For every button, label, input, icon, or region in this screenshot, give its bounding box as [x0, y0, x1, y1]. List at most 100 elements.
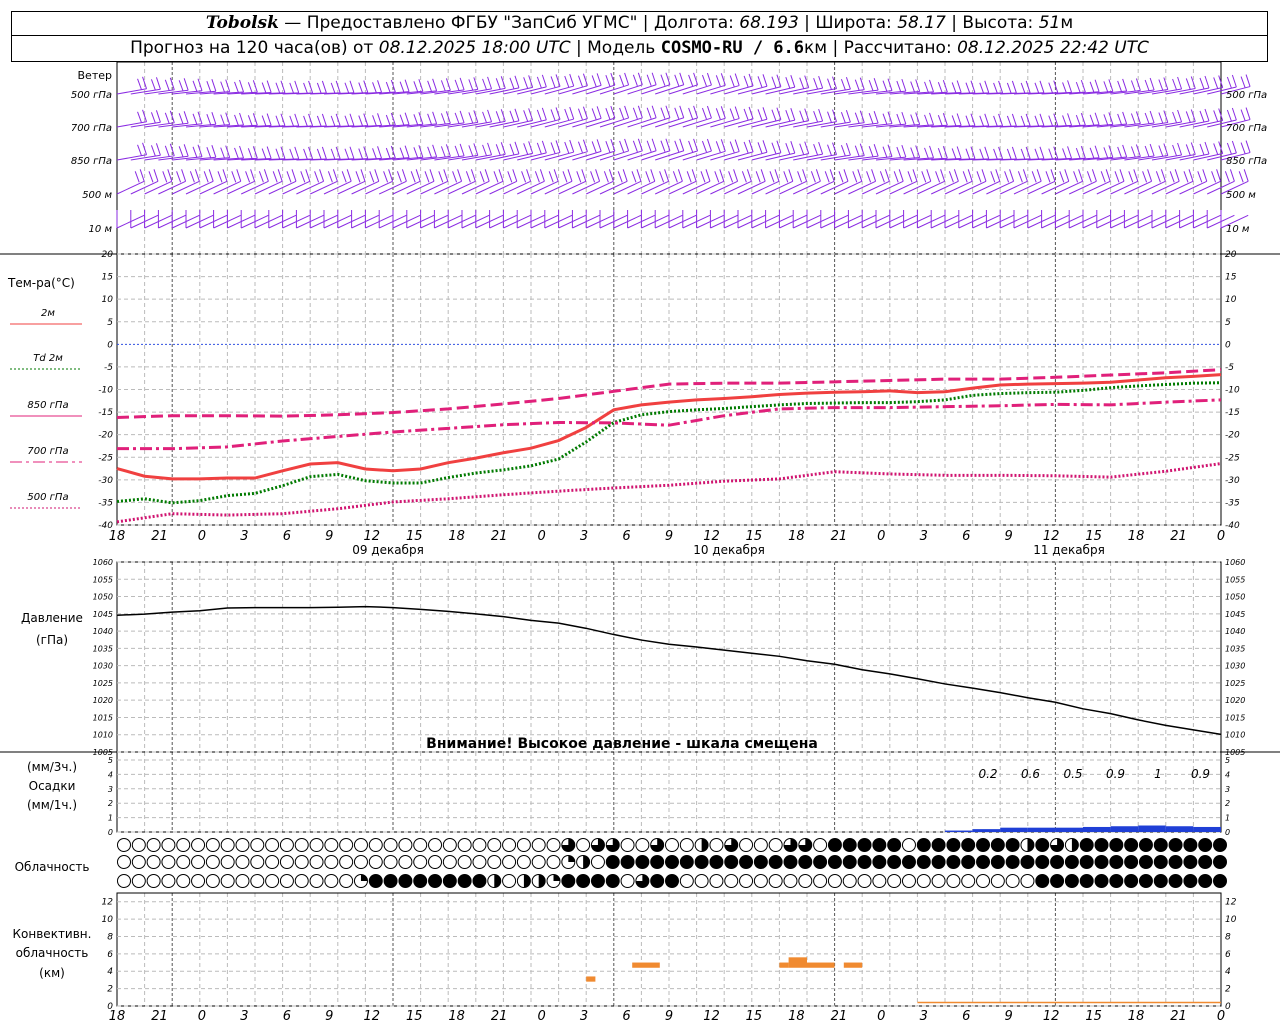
- cloud-cover-icon: [457, 874, 472, 888]
- wind-barb-flag: [341, 171, 347, 183]
- wind-barb-flag: [385, 147, 391, 160]
- wind-barb-flag: [569, 139, 575, 153]
- wind-barb-flag: [1238, 171, 1244, 183]
- conv-tick-label-right: 4: [1225, 967, 1231, 977]
- wind-barb-flag: [1078, 169, 1084, 182]
- precip-bar: [1083, 826, 1111, 832]
- wind-barb-flag: [404, 145, 410, 158]
- wind-barb-flag: [624, 105, 630, 119]
- cloud-cover-icon: [279, 838, 294, 852]
- cloud-cover-icon: [146, 874, 161, 888]
- wind-barb-flag: [440, 113, 446, 125]
- conv-hour-label: 21: [831, 1009, 848, 1024]
- cloud-cover-icon: [1050, 874, 1065, 888]
- wind-barb-flag: [1067, 80, 1073, 93]
- conv-title-2: облачность: [16, 946, 89, 960]
- wind-barb-shaft: [116, 180, 145, 195]
- conv-tick-label-right: 8: [1225, 932, 1231, 942]
- cloud-cover-icon: [946, 874, 961, 888]
- conv-hour-label: 0: [877, 1009, 885, 1024]
- wind-barb-flag: [523, 143, 529, 155]
- wind-barb-flag: [239, 79, 245, 93]
- conv-hour-label: 3: [580, 1009, 588, 1024]
- wind-barb-shaft: [834, 122, 865, 128]
- conv-cloud-bar: [788, 957, 807, 968]
- cloud-cover-icon: [872, 855, 887, 869]
- wind-barb-flag: [720, 73, 726, 86]
- wind-barb-flag: [1075, 81, 1081, 94]
- conv-tick-label-left: 0: [107, 1002, 113, 1012]
- wind-barb-flag: [984, 146, 990, 160]
- wind-barb-flag: [688, 74, 694, 87]
- wind-level-label-right: 700 гПа: [1226, 123, 1267, 134]
- wind-barb-shaft: [820, 154, 851, 161]
- wind-barb-flag: [591, 141, 597, 153]
- cloud-cover-icon: [724, 874, 739, 888]
- wind-barb-flag: [1199, 77, 1205, 90]
- wind-barb-flag: [1130, 80, 1136, 92]
- cloud-cover-icon: [709, 838, 724, 852]
- pressure-tick-label-right: 1035: [1225, 644, 1245, 653]
- wind-barb-flag: [509, 110, 515, 123]
- wind-barb-shaft: [130, 88, 161, 95]
- cloud-cover-icon: [1153, 855, 1168, 869]
- wind-barb-flag: [482, 111, 488, 124]
- wind-barb-flag: [603, 171, 609, 183]
- wind-barb-flag: [514, 75, 520, 88]
- wind-barb-flag: [901, 111, 907, 125]
- wind-barb-flag: [1216, 169, 1222, 182]
- cloud-cover-icon: [1109, 874, 1124, 888]
- wind-barb-flag: [998, 113, 1004, 127]
- cloud-cover-icon: [353, 838, 368, 852]
- wind-barb-flag: [915, 79, 921, 92]
- cloud-cover-icon: [546, 855, 561, 869]
- wind-barb-flag: [827, 78, 832, 90]
- wind-barb-flag: [884, 169, 890, 182]
- wind-barb-shaft: [392, 180, 421, 195]
- temp-hour-label: 9: [325, 529, 333, 544]
- wind-barb-flag: [674, 140, 680, 152]
- cloud-cover-icon: [1064, 855, 1079, 869]
- wind-barb-flag: [956, 80, 962, 93]
- conv-hour-label: 21: [491, 1009, 508, 1024]
- cloud-cover-icon: [768, 874, 783, 888]
- temp-tick-label-right: 15: [1225, 273, 1237, 283]
- cloud-cover-icon: [1183, 874, 1198, 888]
- wind-barb-flag: [1004, 171, 1010, 183]
- precip-bar: [1193, 826, 1221, 832]
- wind-barb-shaft: [116, 121, 147, 128]
- cloud-cover-icon: [1138, 855, 1153, 869]
- pressure-tick-label-left: 1035: [93, 644, 113, 653]
- wind-barb-flag: [748, 139, 754, 153]
- cloud-cover-icon: [131, 874, 146, 888]
- cloud-cover-icon: [916, 874, 931, 888]
- wind-barb-shaft: [558, 85, 588, 95]
- wind-barb-flag: [868, 146, 874, 158]
- cloud-cover-icon: [946, 838, 961, 852]
- temp-hour-label: 21: [1170, 529, 1187, 544]
- cloud-cover-icon: [901, 838, 916, 852]
- cloud-cover-icon: [901, 874, 916, 888]
- wind-barb-flag: [1211, 171, 1217, 183]
- wind-barb-flag: [813, 110, 819, 123]
- cloud-cover-icon: [265, 855, 280, 869]
- temp-tick-label-left: -25: [98, 453, 113, 463]
- wind-barb-flag: [468, 145, 474, 157]
- wind-barb-flag: [1177, 109, 1183, 123]
- wind-barb-flag: [813, 77, 819, 90]
- wind-barb-flag: [1245, 74, 1251, 87]
- temp-hour-label: 12: [363, 529, 380, 544]
- temp-tick-label-right: -20: [1225, 431, 1240, 441]
- wind-barb-shaft: [724, 85, 754, 95]
- wind-barb-flag: [1009, 169, 1015, 182]
- wind-barb-flag: [785, 142, 791, 155]
- wind-barb-flag: [843, 169, 849, 182]
- wind-barb-flag: [1185, 111, 1191, 123]
- wind-barb-flag: [372, 82, 378, 94]
- wind-barb-flag: [275, 148, 281, 160]
- wind-barb-flag: [679, 138, 685, 151]
- wind-barb-flag: [1105, 169, 1111, 182]
- wind-barb-flag: [646, 74, 652, 86]
- cloud-cover-icon: [502, 838, 517, 852]
- temp-hour-label: 21: [151, 529, 168, 544]
